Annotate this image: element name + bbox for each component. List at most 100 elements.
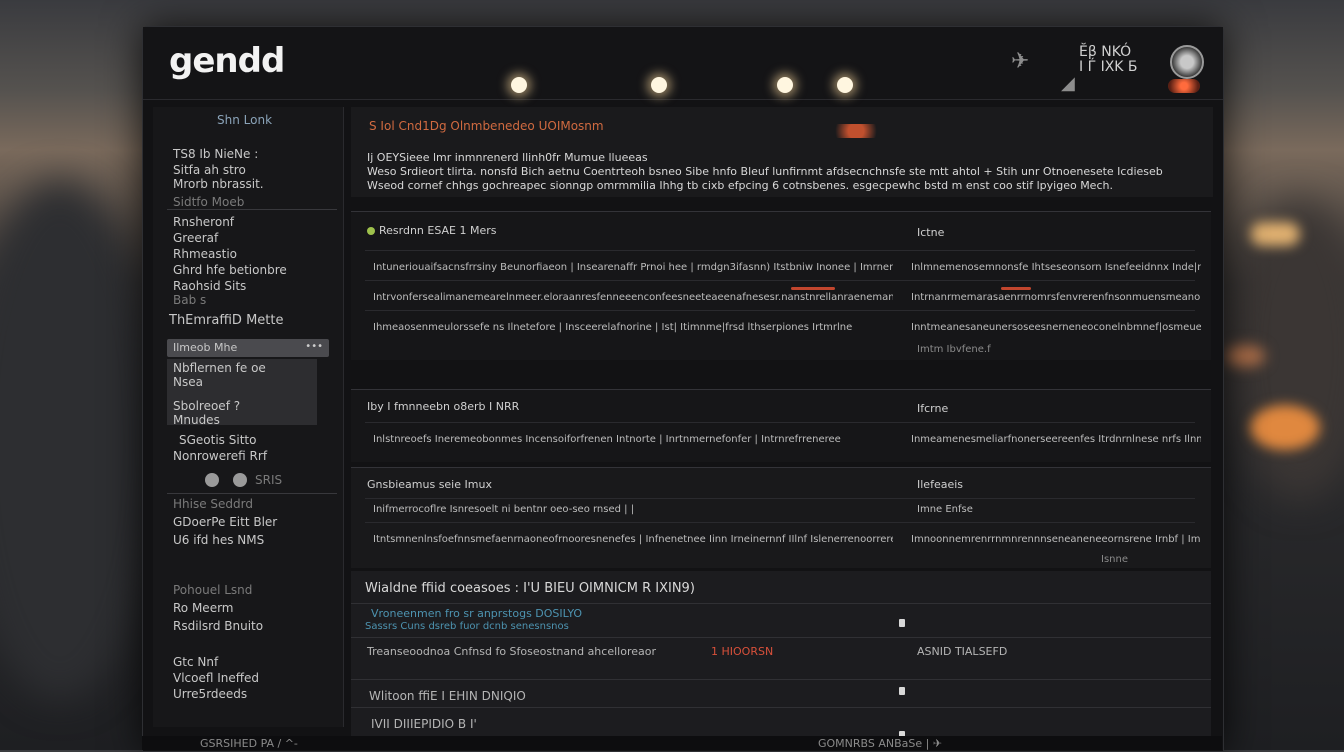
description-line: Ij OEYSieee lmr inmnrenerd llinh0fr Mumu… [367,151,648,164]
page-title: S Iol Cnd1Dg Olnmbenedeo UOIMosnm [369,119,604,133]
footer-left: GSRSIHED PA / ^- [200,737,298,750]
sidebar-selected-label: Ilmeob Mhe [173,341,238,354]
sidebar-item[interactable]: Nonrowerefi Rrf [173,449,267,463]
table-heading-right: Ifcrne [917,402,949,415]
sidebar-item[interactable]: Ghrd hfe betionbre [173,263,287,277]
table-cell[interactable]: Inmeamenesmeliarfnonerseereenfes Itrdnrn… [911,434,1201,445]
sidebar-item[interactable]: Hhise Seddrd [173,497,253,511]
app-logo[interactable]: gendd [169,41,285,81]
table-cell[interactable]: Imne Enfse [917,504,1197,515]
sidebar-item[interactable]: Pohouel Lsnd [173,583,252,597]
footer-right: GOMNRBS ANBaSe | ✈ [818,737,943,750]
sidebar-item[interactable]: Ro Meerm [173,601,234,615]
notification-badge[interactable] [1168,79,1200,93]
footer-bar: GSRSIHED PA / ^- GOMNRBS ANBaSe | ✈ [142,736,1222,750]
list-row-label[interactable]: Wlitoon ffiE I EHIN DNIQIO [369,689,526,703]
sidebar-item[interactable]: Sitfa ah stro [173,163,246,177]
sidebar-item[interactable]: Rhmeastio [173,247,237,261]
app-window: gendd ✈ ◢ Ӗβ NKÓ I Ѓ IXK Б Sհn Lonk TS8 … [142,26,1224,752]
table-cell[interactable]: Inlstnreoefs Ineremeobonmes Incensoiforf… [373,434,893,445]
row-divider [351,707,1211,708]
backdrop-light-warm [1250,222,1300,246]
table-heading-right: Ilefeaeis [917,478,964,491]
sidebar-item[interactable]: Raohsid Sits [173,279,246,293]
table-cell[interactable]: Imtm Ibvfene.f [917,344,1197,355]
sidebar-selected-row[interactable]: Ilmeob Mhe ••• [167,339,329,357]
main-content: S Iol Cnd1Dg Olnmbenedeo UOIMosnm Ij OEY… [351,107,1213,747]
slider-handle[interactable] [899,687,905,695]
sidebar: Sհn Lonk TS8 Ib NieNe : Sitfa ah stro Mr… [153,107,344,727]
sidebar-item[interactable]: Bab s [173,293,206,307]
description-line: Wseod cornef chhgs gochreapec sionngp om… [367,179,1113,192]
toggle-label: SRIS [255,473,283,487]
sidebar-subitem[interactable]: Nsea [173,375,203,389]
header-panel: S Iol Cnd1Dg Olnmbenedeo UOIMosnm Ij OEY… [351,107,1213,197]
backdrop-blur-left [0,180,160,700]
progress-indicator [791,287,835,290]
table-cell[interactable]: Inlmnemenosemnonsfe Ihtseseonsorn Isnefe… [911,262,1201,273]
list-text-teal[interactable]: Vroneenmen fro sr anprstogs DOSILYO [371,607,582,620]
table-cell[interactable]: Ihmeaosenmeulorssefe ns Ilnetefore | Ins… [373,322,893,333]
status-dot [367,227,375,235]
top-meta: Ӗβ NKÓ I Ѓ IXK Б [1079,45,1138,75]
settings-list: Wialdne ffiid coeasoes : I'U BIEU OIMNIC… [351,571,1211,747]
sidebar-section-title: ThEmraffiD Mette [169,313,284,328]
table-cell[interactable]: Inntmeanesaneunersoseesnerneneoconelnbmn… [911,322,1201,333]
sidebar-item[interactable]: Gtc Nnf [173,655,218,669]
row-divider [365,498,1195,499]
table-heading: Iby I fmnneebn o8erb I NRR [367,400,520,413]
table-heading: Resrdnn ESAE 1 Mers [367,224,497,237]
more-icon[interactable]: ••• [305,341,323,352]
table-cell[interactable]: Imnoonnemrenrrnmnrennnseneaneneeornsrene… [911,534,1201,545]
row-divider [351,603,1211,604]
header-accent [831,124,881,138]
sidebar-item[interactable]: Urre5rdeeds [173,687,247,701]
sidebar-divider [167,493,337,494]
row-divider [365,250,1195,251]
sidebar-item[interactable]: U6 ifd hes NMS [173,533,264,547]
sidebar-header: Sհn Lonk [217,113,273,127]
backdrop-light-dim [1225,345,1265,367]
sidebar-subheading: Sidtfo Moeb [173,195,245,209]
table-cell[interactable]: Intrnanrmemarasaenrrnomrsfenvrerenfnsonm… [911,292,1201,303]
sidebar-item[interactable]: Rsdilsrd Bnuito [173,619,263,633]
data-table-3: Gnsbieamus seie Imux Ilefeaeis Inifmerro… [351,467,1211,568]
list-row-label[interactable]: IVII DIIIEPIDIO B I' [371,717,477,731]
table-cell[interactable]: Intrvonfersealimanemearelnmeer.eloraanre… [373,292,893,303]
progress-indicator [1001,287,1031,290]
top-meta-line-1: Ӗβ NKÓ [1079,44,1132,60]
bird-icon[interactable]: ✈ [1011,49,1029,74]
sidebar-item[interactable]: GDoerPe Eitt Bler [173,515,277,529]
top-bar: gendd ✈ ◢ Ӗβ NKÓ I Ѓ IXK Б [143,27,1223,100]
sidebar-item[interactable]: SGeotis Sitto [179,433,256,447]
row-divider [365,522,1195,523]
toggle-dot-1[interactable] [205,473,219,487]
row-divider [365,280,1195,281]
list-row-label[interactable]: Treanseoodnoa Cnfnsd fo Sfoseostnand ahc… [367,645,656,658]
table-cell[interactable]: Inifmerrocoflre Isnresoelt ni bentnr oeo… [373,504,893,515]
list-row-status[interactable]: 1 HIOORSN [711,645,773,658]
data-table-1: Resrdnn ESAE 1 Mers Ictne Intuneriouaifs… [351,211,1211,360]
user-avatar[interactable] [1170,45,1204,79]
sidebar-subitem[interactable]: Mnudes [173,413,220,427]
table-cell[interactable]: Isnne [1101,554,1161,565]
sidebar-item[interactable]: Rnsheronf [173,215,234,229]
indicator-light-4 [837,77,853,93]
sidebar-subitem[interactable]: Nbflernen fe oe [173,361,266,375]
slider-handle[interactable] [899,619,905,627]
sidebar-item[interactable]: Vlcoefl Ineffed [173,671,259,685]
list-text-teal[interactable]: Sassrs Cuns dsreb fuor dcnb senesnsnos [365,621,569,632]
table-cell[interactable]: Intuneriouaifsacnsfrrsiny Beunorfiaeon |… [373,262,893,273]
chevron-icon[interactable]: ◢ [1061,73,1075,94]
sidebar-divider [167,209,337,210]
top-meta-line-2: I Ѓ IXK Б [1079,59,1138,75]
sidebar-subitem[interactable]: Sbolreoef ? [173,399,240,413]
sidebar-item[interactable]: Greeraf [173,231,218,245]
row-divider [351,679,1211,680]
table-cell[interactable]: Itntsmnenlnsfoefnnsmefaenrnaoneofrnoores… [373,534,893,545]
list-row-value[interactable]: ASNID TIALSEFD [917,645,1007,658]
toggle-dot-2[interactable] [233,473,247,487]
sidebar-item[interactable]: TS8 Ib NieNe : [173,147,258,161]
sidebar-item[interactable]: Mrorb nbrassit. [173,177,264,191]
list-title: Wialdne ffiid coeasoes : I'U BIEU OIMNIC… [365,581,695,596]
